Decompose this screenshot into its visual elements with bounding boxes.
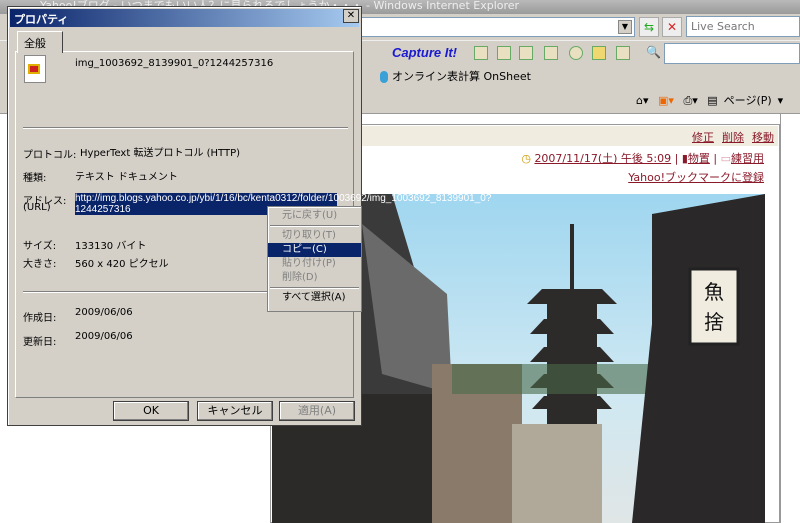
menu-item-copy[interactable]: コピー(C) [268, 243, 361, 257]
entry-edit-bar: 修正 削除 移動 [362, 126, 778, 146]
toolbar-search-input[interactable] [664, 43, 800, 64]
window-add-icon[interactable] [544, 46, 558, 60]
delete-link[interactable]: 削除 [722, 131, 744, 144]
entry-date-link[interactable]: 2007/11/17(土) 午後 5:09 [534, 152, 671, 165]
page-scrollbar[interactable] [780, 114, 800, 523]
capture-it-button[interactable]: Capture It! [392, 45, 457, 60]
menu-item-delete[interactable]: 削除(D) [268, 271, 361, 285]
page-icon: ▤ [707, 94, 718, 107]
page-menu-label: ページ(P) [723, 94, 772, 107]
folder-link[interactable]: 練習用 [731, 152, 764, 165]
cancel-button[interactable]: キャンセル [197, 401, 273, 421]
menu-item-undo[interactable]: 元に戻す(U) [268, 209, 361, 223]
window-icon[interactable] [497, 46, 511, 60]
tab-general[interactable]: 全般 [17, 31, 63, 53]
folder-icon[interactable] [592, 46, 606, 60]
menu-item-paste[interactable]: 貼り付け(P) [268, 257, 361, 271]
modified-label: 更新日: [23, 337, 57, 348]
live-search-input[interactable]: Live Search [686, 16, 800, 37]
yahoo-bookmark-link[interactable]: Yahoo!ブックマークに登録 [420, 169, 764, 185]
menu-separator [270, 225, 359, 227]
shop-sign: 魚 [704, 280, 724, 304]
dimensions-label: 大きさ: [23, 259, 57, 270]
scissors-icon[interactable] [474, 46, 488, 60]
home-icon[interactable]: ⌂▾ [636, 94, 649, 107]
print-icon[interactable]: ⎙▾ [683, 94, 697, 107]
info-icon [380, 71, 388, 83]
file-name: img_1003692_8139901_0?1244257316 [75, 58, 274, 69]
folder-icon: ▭ [720, 152, 731, 165]
stop-icon[interactable]: ✕ [662, 17, 682, 37]
entry-meta: ◷ 2007/11/17(土) 午後 5:09 | ▮物置 | ▭練習用 [521, 152, 764, 165]
category-link[interactable]: 物置 [688, 152, 710, 165]
command-buttons: ⌂▾ ▣▾ ⎙▾ ▤ ページ(P) ▾ [636, 92, 789, 108]
timer-icon[interactable] [569, 46, 583, 60]
size-label: サイズ: [23, 241, 57, 252]
link-onsheet[interactable]: オンライン表計算 OnSheet [380, 68, 531, 84]
ok-button[interactable]: OK [113, 401, 189, 421]
context-menu: 元に戻す(U) 切り取り(T) コピー(C) 貼り付け(P) 削除(D) すべて… [267, 206, 362, 312]
apply-button[interactable]: 適用(A) [279, 401, 355, 421]
created-label: 作成日: [23, 313, 57, 324]
created-value: 2009/06/06 [75, 307, 133, 318]
search-icon[interactable]: 🔍 [646, 45, 661, 59]
address-input[interactable]: ▼ [360, 17, 635, 37]
dimensions-value: 560 x 420 ピクセル [75, 259, 169, 270]
type-label: 種類: [23, 173, 47, 184]
url-label: (URL) [23, 202, 51, 213]
menu-item-cut[interactable]: 切り取り(T) [268, 229, 361, 243]
protocol-label: プロトコル: [23, 150, 77, 161]
size-value: 133130 バイト [75, 241, 147, 252]
modified-value: 2009/06/06 [75, 331, 133, 342]
divider [23, 127, 348, 129]
page-menu[interactable]: ▤ ページ(P) ▾ [707, 94, 783, 107]
dialog-title: プロパティ [10, 9, 359, 27]
edit-link[interactable]: 修正 [692, 131, 714, 144]
protocol-value: HyperText 転送プロトコル (HTTP) [80, 148, 241, 159]
clock-icon: ◷ [521, 152, 531, 165]
rss-icon[interactable]: ▣▾ [658, 94, 674, 107]
refresh-icon[interactable]: ⇆ [639, 17, 659, 37]
menu-separator [270, 287, 359, 289]
image-file-icon [24, 55, 46, 83]
type-value: テキスト ドキュメント [75, 172, 178, 183]
shop-sign: 捨 [704, 310, 724, 334]
link-label: オンライン表計算 OnSheet [392, 70, 531, 83]
tools-icon[interactable] [616, 46, 630, 60]
address-dropdown-icon[interactable]: ▼ [618, 20, 632, 34]
menu-item-select-all[interactable]: すべて選択(A) [268, 291, 361, 305]
close-button[interactable]: ✕ [343, 9, 359, 23]
move-link[interactable]: 移動 [752, 131, 774, 144]
window-icon[interactable] [519, 46, 533, 60]
